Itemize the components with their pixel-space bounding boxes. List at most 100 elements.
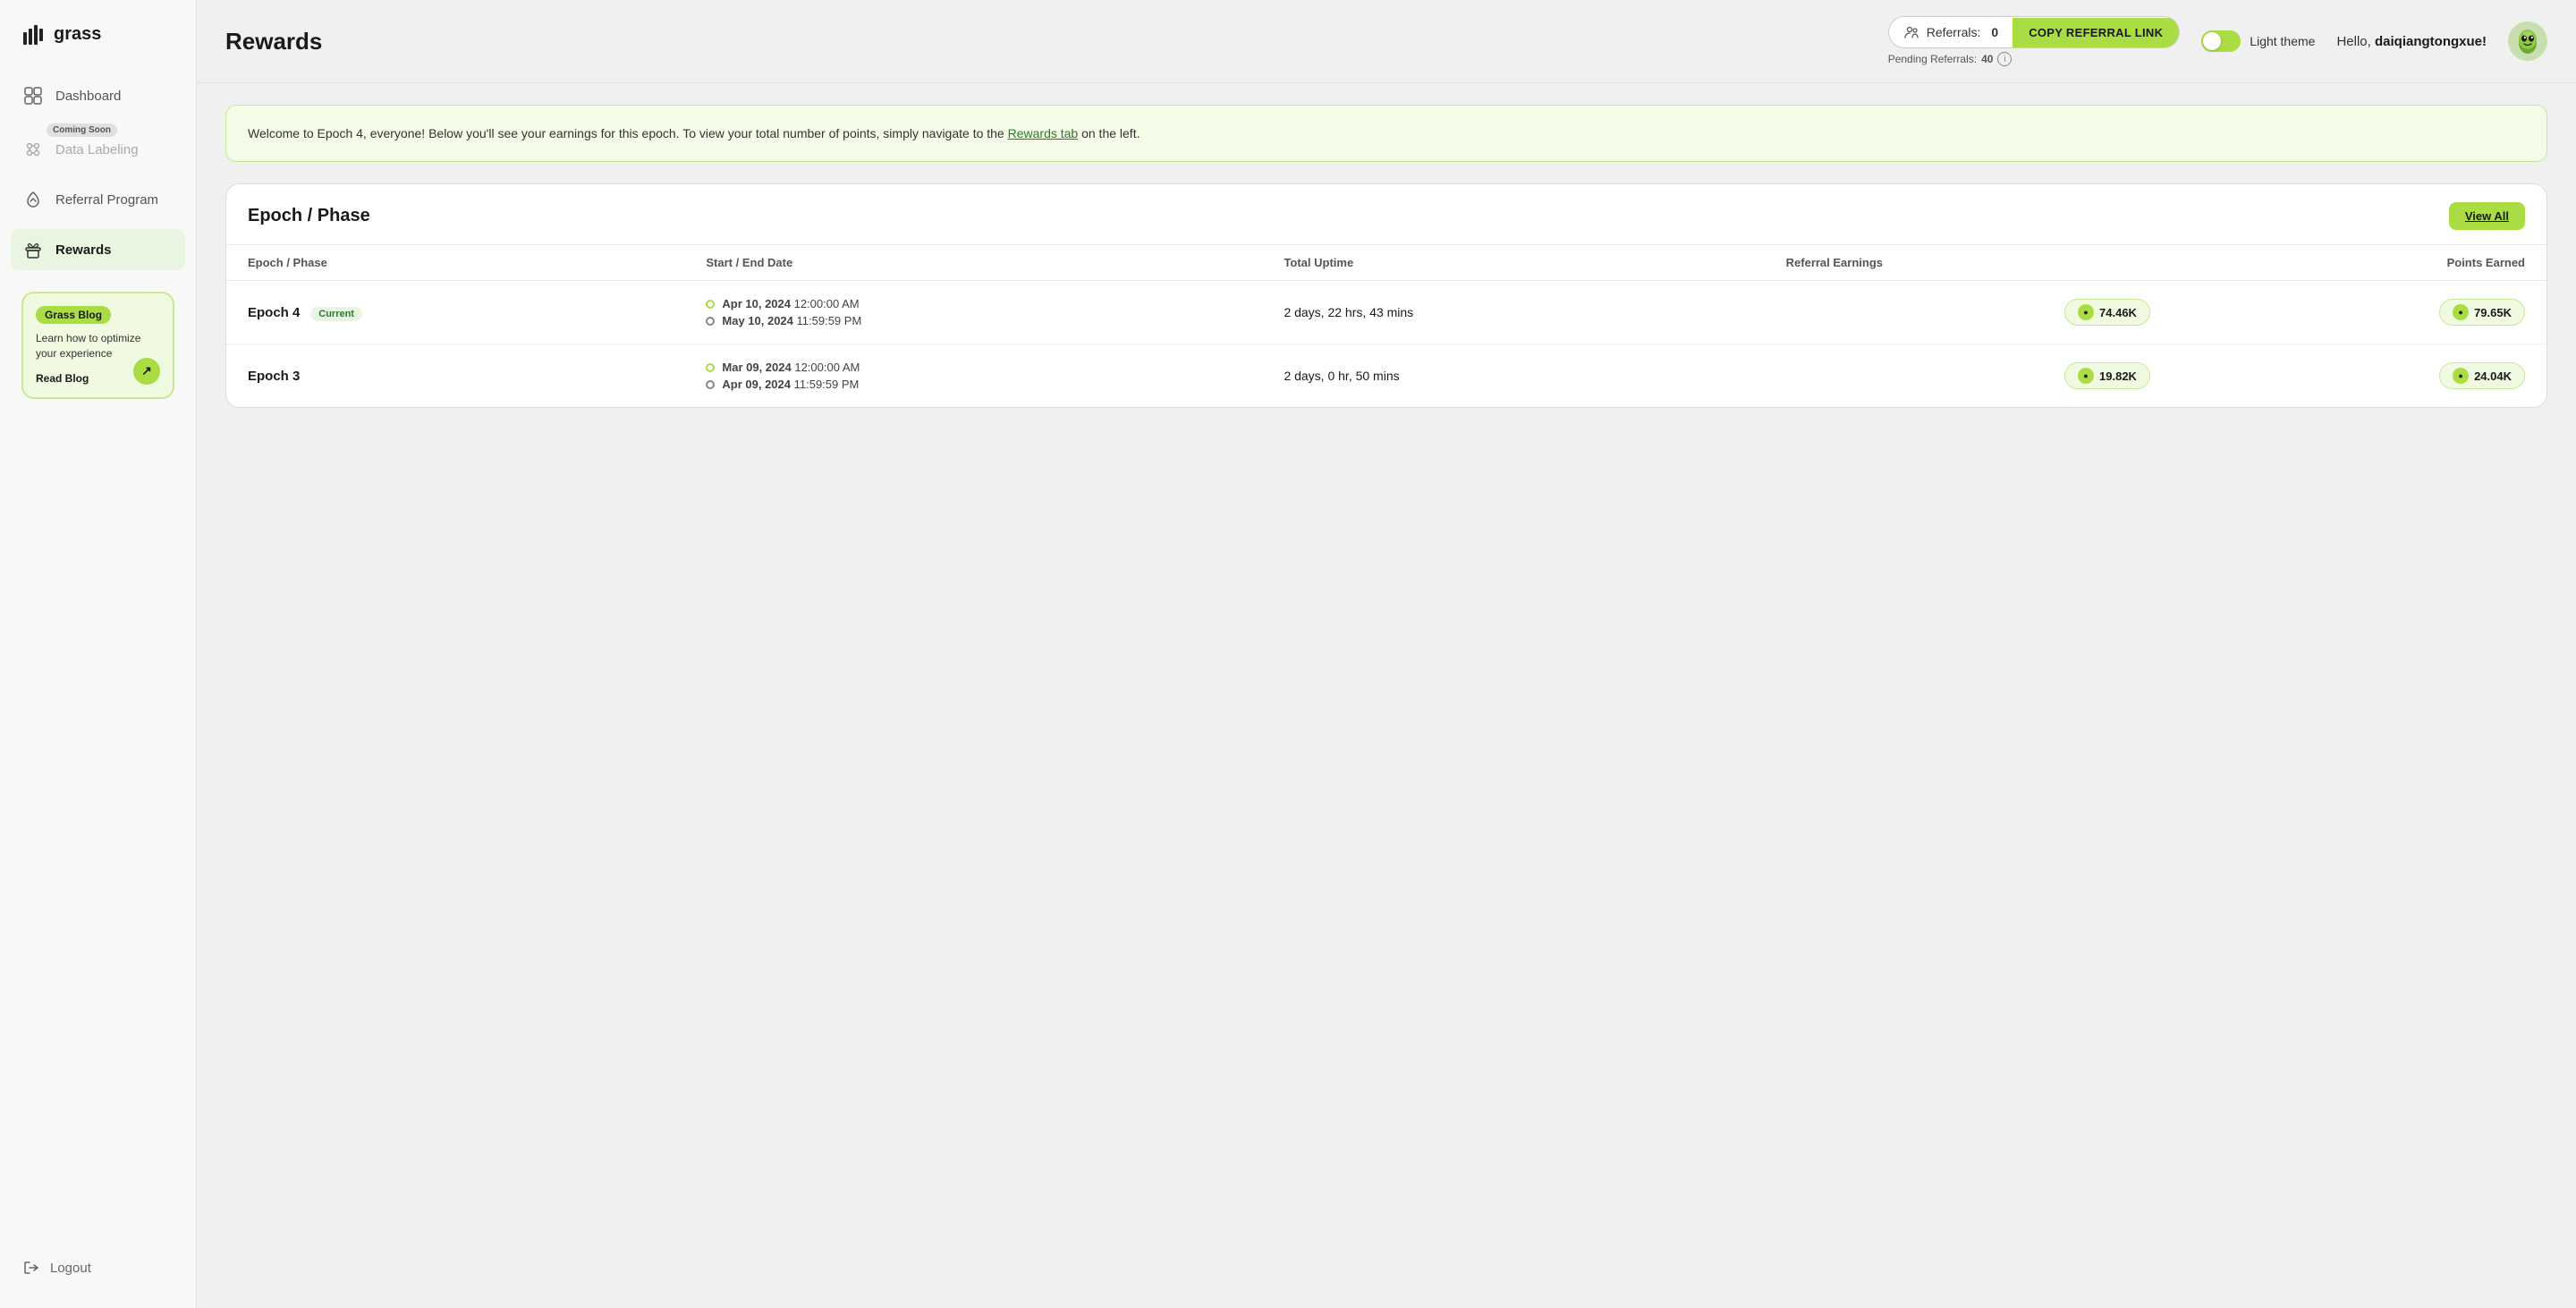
start-dot xyxy=(706,300,715,309)
epoch-4-points-earned: ● 79.65K xyxy=(2172,281,2546,344)
user-avatar[interactable] xyxy=(2508,21,2547,61)
epoch-table-card: Epoch / Phase View All Epoch / Phase Sta… xyxy=(225,183,2547,408)
read-blog-button[interactable]: ↗ xyxy=(133,358,160,385)
referrals-box: Referrals: 0 COPY REFERRAL LINK xyxy=(1888,16,2181,48)
sidebar-item-label-rewards: Rewards xyxy=(55,242,112,258)
epoch-3-dates: Mar 09, 2024 12:00:00 AM Apr 09, 2024 11… xyxy=(706,361,1241,391)
coin-icon-pts-3: ● xyxy=(2453,368,2469,384)
epoch-3-name-cell: Epoch 3 xyxy=(226,344,684,408)
col-epoch-phase: Epoch / Phase xyxy=(226,245,684,281)
content-area: Welcome to Epoch 4, everyone! Below you'… xyxy=(197,83,2576,1308)
table-header-row: Epoch / Phase Start / End Date Total Upt… xyxy=(226,245,2546,281)
epoch-4-start-date-row: Apr 10, 2024 12:00:00 AM xyxy=(706,297,1241,310)
sidebar-item-rewards[interactable]: Rewards xyxy=(11,229,185,270)
epoch-4-start-date: Apr 10, 2024 12:00:00 AM xyxy=(722,297,859,310)
theme-toggle-area: Light theme xyxy=(2201,30,2315,52)
navigation: Dashboard Coming Soon Data Labeling xyxy=(0,75,196,1249)
col-start-end-date: Start / End Date xyxy=(684,245,1262,281)
logout-icon xyxy=(23,1260,39,1276)
table-row: Epoch 3 Mar 09, 2024 12:00:00 AM A xyxy=(226,344,2546,408)
epoch-3-start-date: Mar 09, 2024 12:00:00 AM xyxy=(722,361,860,374)
referrals-label-area: Referrals: 0 xyxy=(1889,17,2012,47)
epoch-table-header: Epoch / Phase View All xyxy=(226,184,2546,244)
sidebar-bottom: Logout xyxy=(0,1249,196,1287)
epoch-4-dates: Apr 10, 2024 12:00:00 AM May 10, 2024 11… xyxy=(706,297,1241,327)
referrals-count: 0 xyxy=(1991,25,1998,39)
end-dot xyxy=(706,317,715,326)
current-badge: Current xyxy=(310,307,362,321)
pending-referrals-area: Pending Referrals: 40 i xyxy=(1888,52,2181,66)
epoch-4-points-pill: ● 79.65K xyxy=(2439,299,2525,326)
logout-button[interactable]: Logout xyxy=(11,1249,185,1287)
user-greeting: Hello, daiqiangtongxue! xyxy=(2336,34,2487,49)
epoch-4-end-date-row: May 10, 2024 11:59:59 PM xyxy=(706,314,1241,327)
coin-icon-ref-3: ● xyxy=(2078,368,2094,384)
epoch-3-referral-earnings: ● 19.82K xyxy=(1765,344,2172,408)
epoch-table: Epoch / Phase Start / End Date Total Upt… xyxy=(226,244,2546,407)
pending-referrals-label: Pending Referrals: xyxy=(1888,53,1977,65)
sidebar-item-dashboard[interactable]: Dashboard xyxy=(11,75,185,116)
epoch-3-start-date-row: Mar 09, 2024 12:00:00 AM xyxy=(706,361,1241,374)
referral-icon xyxy=(23,190,43,209)
epoch-4-name-cell: Epoch 4 Current xyxy=(226,281,684,344)
referrals-text-label: Referrals: xyxy=(1927,25,1981,39)
epoch-4-referral-pill: ● 74.46K xyxy=(2064,299,2150,326)
table-body: Epoch 4 Current Apr 10, 2024 12:00:00 AM xyxy=(226,281,2546,408)
copy-referral-button[interactable]: COPY REFERRAL LINK xyxy=(2012,18,2179,47)
header: Rewards Referrals: 0 COPY REFERRA xyxy=(197,0,2576,83)
epoch-4-dates-cell: Apr 10, 2024 12:00:00 AM May 10, 2024 11… xyxy=(684,281,1262,344)
rewards-icon xyxy=(23,240,43,259)
col-referral-earnings: Referral Earnings xyxy=(1765,245,2172,281)
col-total-uptime: Total Uptime xyxy=(1262,245,1764,281)
epoch-3-dates-cell: Mar 09, 2024 12:00:00 AM Apr 09, 2024 11… xyxy=(684,344,1262,408)
sidebar-item-referral-program[interactable]: Referral Program xyxy=(11,179,185,220)
pending-referrals-count: 40 xyxy=(1981,53,1993,65)
logo-area: grass xyxy=(0,21,196,75)
logo-icon xyxy=(21,21,47,47)
col-points-earned: Points Earned xyxy=(2172,245,2546,281)
grass-blog-title: Grass Blog xyxy=(36,306,111,324)
view-all-button[interactable]: View All xyxy=(2449,202,2525,230)
logout-label: Logout xyxy=(50,1261,91,1276)
logo-text: grass xyxy=(54,24,101,45)
coin-icon-ref-4: ● xyxy=(2078,304,2094,320)
epoch-notice: Welcome to Epoch 4, everyone! Below you'… xyxy=(225,105,2547,162)
epoch-3-points-pill: ● 24.04K xyxy=(2439,362,2525,389)
notice-text-2: on the left. xyxy=(1078,126,1140,140)
main-area: Rewards Referrals: 0 COPY REFERRA xyxy=(197,0,2576,1308)
rewards-tab-link[interactable]: Rewards tab xyxy=(1008,126,1079,140)
theme-label: Light theme xyxy=(2250,34,2315,48)
referrals-wrapper: Referrals: 0 COPY REFERRAL LINK Pending … xyxy=(1888,16,2181,66)
epoch-3-name: Epoch 3 xyxy=(248,369,300,384)
epoch-3-end-date-row: Apr 09, 2024 11:59:59 PM xyxy=(706,378,1241,391)
sidebar-item-label-data-labeling: Data Labeling xyxy=(55,142,139,157)
theme-toggle-switch[interactable] xyxy=(2201,30,2241,52)
data-labeling-icon xyxy=(23,140,43,159)
table-row: Epoch 4 Current Apr 10, 2024 12:00:00 AM xyxy=(226,281,2546,344)
sidebar-item-data-labeling[interactable]: Coming Soon Data Labeling xyxy=(11,129,185,170)
referral-people-icon xyxy=(1903,24,1919,40)
epoch-4-end-date: May 10, 2024 11:59:59 PM xyxy=(722,314,861,327)
coin-icon-pts-4: ● xyxy=(2453,304,2469,320)
epoch-3-end-date: Apr 09, 2024 11:59:59 PM xyxy=(722,378,859,391)
notice-text-1: Welcome to Epoch 4, everyone! Below you'… xyxy=(248,126,1008,140)
page-title: Rewards xyxy=(225,28,322,55)
pending-info-icon[interactable]: i xyxy=(1997,52,2012,66)
epoch-4-uptime: 2 days, 22 hrs, 43 mins xyxy=(1262,281,1764,344)
grass-blog-description: Learn how to optimize your experience xyxy=(36,331,160,361)
epoch-3-referral-pill: ● 19.82K xyxy=(2064,362,2150,389)
toggle-knob xyxy=(2203,32,2221,50)
grass-blog-card: Grass Blog Learn how to optimize your ex… xyxy=(21,292,174,399)
dashboard-icon xyxy=(23,86,43,106)
sidebar-item-label-referral: Referral Program xyxy=(55,192,158,208)
start-dot xyxy=(706,363,715,372)
sidebar: grass Dashboard Coming Soon xyxy=(0,0,197,1308)
epoch-table-title: Epoch / Phase xyxy=(248,206,370,226)
epoch-4-referral-earnings: ● 74.46K xyxy=(1765,281,2172,344)
coming-soon-badge: Coming Soon xyxy=(47,123,117,137)
table-head: Epoch / Phase Start / End Date Total Upt… xyxy=(226,245,2546,281)
epoch-4-name: Epoch 4 xyxy=(248,305,300,320)
sidebar-item-label-dashboard: Dashboard xyxy=(55,89,121,104)
epoch-3-points-earned: ● 24.04K xyxy=(2172,344,2546,408)
end-dot xyxy=(706,380,715,389)
